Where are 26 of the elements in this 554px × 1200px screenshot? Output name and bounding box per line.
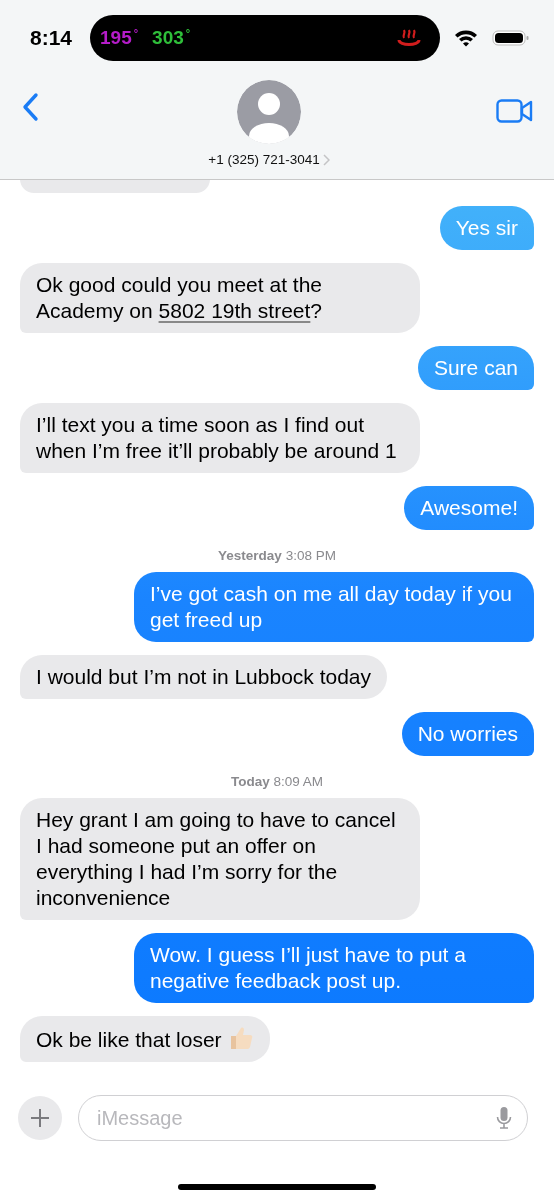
message-bubble: Ok good could you meet at the Academy on 5802 19th street?	[20, 263, 420, 333]
message-bubble: No worries	[401, 712, 534, 756]
message-bubble: I would but I’m not in Lubbock today	[20, 655, 388, 699]
contact-name[interactable]: +1 (325) 721-3041	[208, 152, 330, 167]
avatar-icon[interactable]	[237, 80, 301, 144]
add-button[interactable]	[18, 1096, 62, 1140]
message-bubble: Ok be like that loser	[20, 1016, 270, 1062]
timestamp: Today 8:09 AM	[230, 774, 324, 789]
message-bubble: Wow. I guess I’ll just have to put a negative feedback post up.	[134, 933, 534, 1003]
message-field[interactable]: iMessage	[78, 1095, 528, 1141]
message-bubble: Hey grant I am going to have to cancel I had someone put an offer on everything I had I’m sorry for the inconvenience	[20, 798, 420, 920]
chevron-icon[interactable]	[322, 153, 330, 166]
plus-icon	[30, 1108, 50, 1128]
address-link[interactable]: 5802 19th street	[158, 299, 311, 322]
wifi-icon	[454, 29, 478, 47]
message-bubble: Awesome!	[404, 486, 534, 530]
microphone-icon[interactable]	[496, 1106, 512, 1130]
message-bubble: I’ve got cash on me all day today if you get freed up	[134, 572, 534, 642]
status-time: 8:14	[30, 26, 74, 50]
message-bubble: Sure can	[417, 346, 534, 390]
timestamp: Yesterday 3:08 PM	[218, 548, 336, 563]
temperature-reading: 195°	[100, 27, 139, 49]
message-bubble: Yes sir	[439, 206, 534, 250]
message-bubble: I’ll text you a time soon as I find out when I’m free it’ll probably be around 1	[20, 403, 420, 473]
temperature-reading: 303°	[152, 27, 191, 49]
battery-icon	[492, 29, 530, 47]
